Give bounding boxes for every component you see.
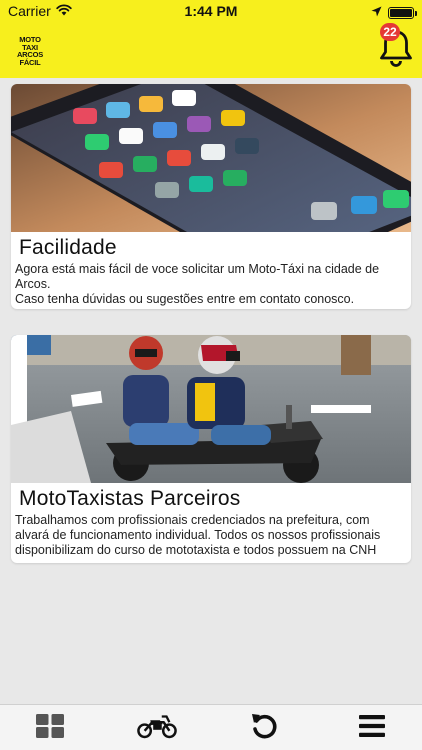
- location-arrow-icon: [371, 4, 382, 22]
- status-bar: Carrier 1:44 PM: [0, 0, 422, 22]
- menu-icon: [359, 715, 385, 737]
- motorcycle-icon: [137, 715, 177, 739]
- card-text-line: Agora está mais fácil de voce solicitar …: [15, 262, 380, 291]
- refresh-icon: [252, 714, 277, 739]
- card-title: Facilidade: [19, 236, 117, 259]
- app-header: MOTO TAXI ARCOS FÁCIL 22: [0, 22, 422, 78]
- battery-icon: [388, 7, 417, 19]
- card-facilidade[interactable]: Facilidade Agora está mais fácil de voce…: [11, 84, 411, 309]
- main-content: Facilidade Agora está mais fácil de voce…: [0, 78, 422, 704]
- card-text-line: Caso tenha dúvidas ou sugestões entre em…: [15, 292, 355, 306]
- tab-motorcycle[interactable]: [137, 711, 177, 741]
- app-logo: MOTO TAXI ARCOS FÁCIL: [12, 36, 48, 66]
- card-description: Agora está mais fácil de voce solicitar …: [15, 262, 403, 307]
- card-description: Trabalhamos com profissionais credenciad…: [15, 513, 403, 558]
- card-title: MotoTaxistas Parceiros: [19, 487, 241, 510]
- logo-line-3: FÁCIL: [19, 57, 41, 67]
- tab-menu[interactable]: [352, 711, 392, 741]
- notification-badge: 22: [380, 23, 400, 41]
- tab-refresh[interactable]: [244, 711, 284, 741]
- smartphone-apps-photo: [11, 84, 411, 232]
- logo-line-1: MOTO TAXI: [19, 35, 41, 52]
- status-time: 1:44 PM: [184, 3, 238, 19]
- bottom-tab-bar: [0, 704, 422, 750]
- card-mototaxistas-parceiros[interactable]: MotoTaxistas Parceiros Trabalhamos com p…: [11, 335, 411, 563]
- motorcycle-taxi-photo: [11, 335, 411, 483]
- card-text-line: Trabalhamos com profissionais credenciad…: [15, 513, 381, 557]
- grid-icon: [36, 714, 64, 738]
- tab-grid[interactable]: [30, 711, 70, 741]
- status-right: [371, 4, 417, 22]
